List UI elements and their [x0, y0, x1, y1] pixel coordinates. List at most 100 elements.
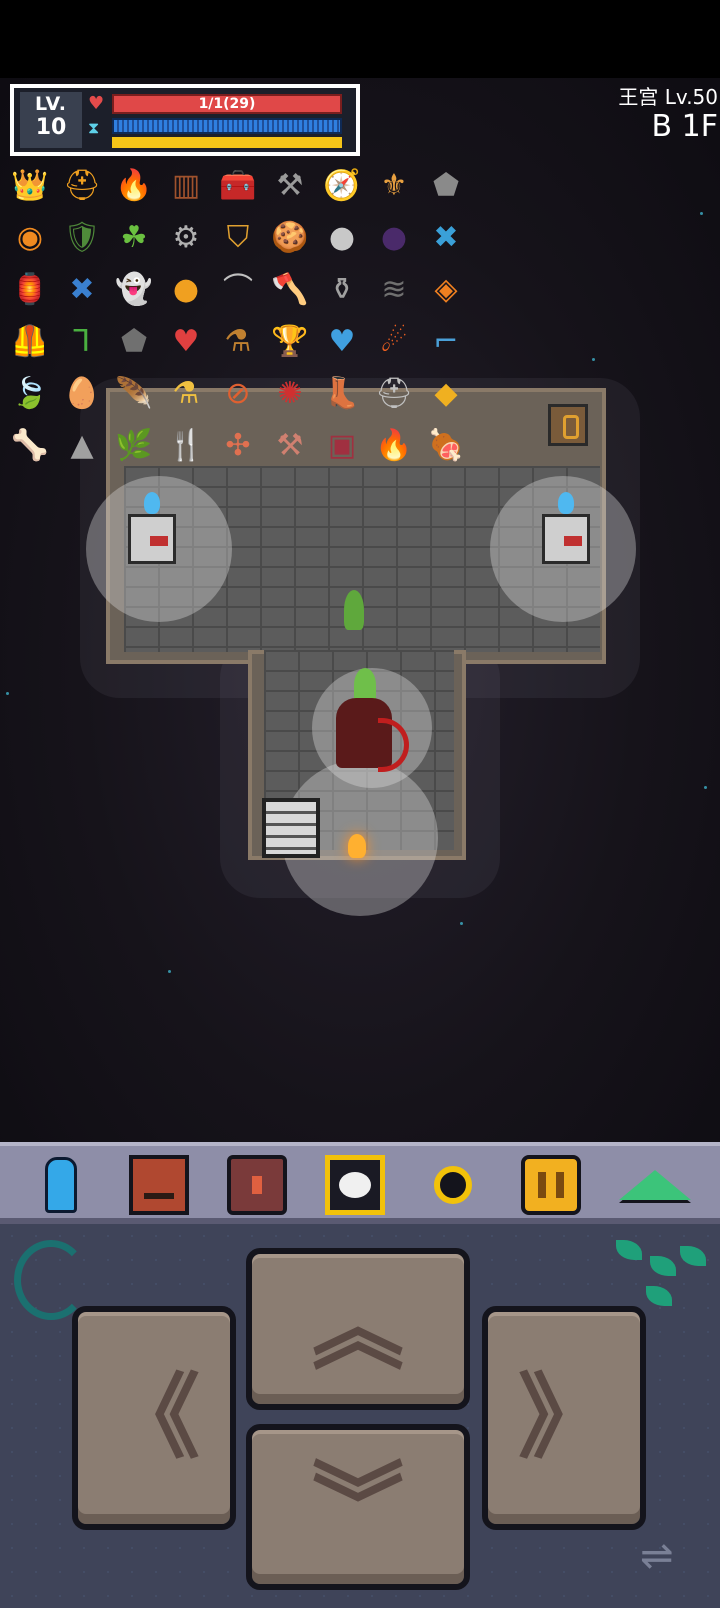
- blue-x-icon[interactable]: ✖: [60, 268, 104, 312]
- green-torch-icon[interactable]: 🌿: [112, 424, 156, 468]
- helmet-icon[interactable]: ⛑: [372, 372, 416, 416]
- move-right-button[interactable]: 》: [482, 1306, 646, 1530]
- staircase[interactable]: [262, 798, 320, 858]
- ascend-icon: [619, 1170, 691, 1200]
- red-seal-icon[interactable]: ✺: [268, 372, 312, 416]
- pause-icon: [521, 1155, 581, 1215]
- red-badge-icon[interactable]: ⛉: [216, 216, 260, 260]
- axe-icon[interactable]: 🪓: [268, 268, 312, 312]
- dark-orb-icon[interactable]: ●: [372, 216, 416, 260]
- arrow-right-icon: 》: [517, 1364, 610, 1471]
- yellow-flask-icon[interactable]: ⚗: [164, 372, 208, 416]
- heart-wreath-icon[interactable]: ♥: [164, 320, 208, 364]
- sun-ring-icon[interactable]: ◉: [8, 216, 52, 260]
- star: [6, 692, 9, 695]
- search-icon: [423, 1155, 483, 1215]
- right-statue[interactable]: [538, 492, 594, 564]
- target-icon: [325, 1155, 385, 1215]
- status-panel: LV. 10 ♥ ⧗ 1/1(29): [10, 84, 360, 156]
- character-button[interactable]: [26, 1154, 96, 1216]
- compass-needle-icon[interactable]: ⊘: [216, 372, 260, 416]
- curved-blade-icon[interactable]: ⌒: [216, 268, 260, 312]
- blue-heart-icon[interactable]: ♥: [320, 320, 364, 364]
- left-statue[interactable]: [124, 492, 180, 564]
- bag-icon: [227, 1155, 287, 1215]
- xp-fill: [112, 137, 342, 148]
- fire-orb-icon[interactable]: 🔥: [112, 164, 156, 208]
- golden-crown-icon[interactable]: 👑: [8, 164, 52, 208]
- flame-icon[interactable]: 🔥: [372, 424, 416, 468]
- ascend-button[interactable]: [619, 1154, 691, 1216]
- auto-target-button[interactable]: [320, 1154, 390, 1216]
- purple-feather-icon[interactable]: 🪶: [112, 372, 156, 416]
- armor-icon[interactable]: 🦺: [8, 320, 52, 364]
- swap-icon[interactable]: ⇌: [640, 1536, 674, 1576]
- green-leaf-icon[interactable]: 🍃: [8, 372, 52, 416]
- rock-icon[interactable]: ⬟: [112, 320, 156, 364]
- star: [168, 970, 171, 973]
- blue-trophy-icon[interactable]: 🏆: [268, 320, 312, 364]
- locked-door[interactable]: [548, 404, 588, 446]
- player-character[interactable]: [326, 668, 409, 778]
- blue-pipe-icon[interactable]: ⌐: [424, 320, 468, 364]
- meat-icon[interactable]: 🍖: [424, 424, 468, 468]
- leaf-hat: [354, 668, 376, 702]
- stone-icon[interactable]: ⬟: [424, 164, 468, 208]
- blue-flame-icon: [144, 492, 160, 514]
- action-toolbar: [0, 1142, 720, 1224]
- ghost-icon[interactable]: 👻: [112, 268, 156, 312]
- amber-gem-icon[interactable]: ◈: [424, 268, 468, 312]
- winged-helmet-icon[interactable]: ⛑: [60, 164, 104, 208]
- statue-eye: [564, 536, 582, 546]
- anvil-icon[interactable]: ⚒: [268, 164, 312, 208]
- blue-chest-icon[interactable]: 🧰: [216, 164, 260, 208]
- cooking-pot-icon[interactable]: ⚱: [320, 268, 364, 312]
- book-icon: [129, 1155, 189, 1215]
- fork-icon[interactable]: 🍴: [164, 424, 208, 468]
- floor-label: B 1F: [651, 109, 718, 144]
- bone-icon[interactable]: 🦴: [8, 424, 52, 468]
- moon-orb-icon[interactable]: ●: [320, 216, 364, 260]
- royal-banner-icon[interactable]: ⚜: [372, 164, 416, 208]
- gold-diamond-icon[interactable]: ◆: [424, 372, 468, 416]
- blue-cross-icon[interactable]: ✖: [424, 216, 468, 260]
- purple-compass-icon[interactable]: 🧭: [320, 164, 364, 208]
- arrow-down-icon: ︾: [311, 1453, 404, 1560]
- cookie-icon[interactable]: 🍪: [268, 216, 312, 260]
- stone-tooth-icon[interactable]: ▲: [60, 424, 104, 468]
- statue-eye: [150, 536, 168, 546]
- hp-bar: 1/1(29): [112, 94, 342, 114]
- anvil-hammer-icon[interactable]: ⚒: [268, 424, 312, 468]
- pause-button[interactable]: [516, 1154, 586, 1216]
- search-button[interactable]: [418, 1154, 488, 1216]
- lantern-icon[interactable]: 🏮: [8, 268, 52, 312]
- arrow-tile-icon[interactable]: ✣: [216, 424, 260, 468]
- clover-icon[interactable]: ☘: [112, 216, 156, 260]
- green-boomerang-icon[interactable]: ⅂: [60, 320, 104, 364]
- blue-flame-icon: [558, 492, 574, 514]
- mp-bar: [112, 118, 342, 134]
- blue-egg-icon[interactable]: 🥚: [60, 372, 104, 416]
- dark-box-icon[interactable]: ▣: [320, 424, 364, 468]
- campfire-icon[interactable]: [348, 834, 366, 858]
- cog-icon[interactable]: ⚙: [164, 216, 208, 260]
- mana-icon: ⧗: [88, 118, 100, 137]
- comet-icon[interactable]: ☄: [372, 320, 416, 364]
- move-left-button[interactable]: 《: [72, 1306, 236, 1530]
- wooden-fence-icon[interactable]: ▥: [164, 164, 208, 208]
- bag-button[interactable]: [222, 1154, 292, 1216]
- gold-coin-icon[interactable]: ●: [164, 268, 208, 312]
- move-down-button[interactable]: ︾: [246, 1424, 470, 1590]
- claw-icon[interactable]: ≋: [372, 268, 416, 312]
- item-inventory: 👑 ⛑ 🔥 ▥ 🧰 ⚒ 🧭 ⚜ ⬟ ◉ 🛡 ☘ ⚙ ⛉ 🍪 ● ● ✖ 🏮 ✖ 👻 ● ⌒ 🪓 ⚱ ≋ ◈ 🦺 ⅂ ⬟ ♥ ⚗ 🏆 ♥ ☄ ⌐ 🍃 🥚 🪶 ⚗…: [8, 164, 478, 474]
- leaf-shield-icon[interactable]: 🛡: [60, 216, 104, 260]
- journal-button[interactable]: [124, 1154, 194, 1216]
- move-up-button[interactable]: ︽: [246, 1248, 470, 1410]
- potion-bottle-icon[interactable]: ⚗: [216, 320, 260, 364]
- character-icon: [31, 1155, 91, 1215]
- level-badge: LV. 10: [20, 92, 82, 148]
- lock-icon: [563, 415, 579, 439]
- scythe-icon: [378, 718, 409, 772]
- green-boot-icon[interactable]: 👢: [320, 372, 364, 416]
- sprout-npc[interactable]: [344, 590, 364, 630]
